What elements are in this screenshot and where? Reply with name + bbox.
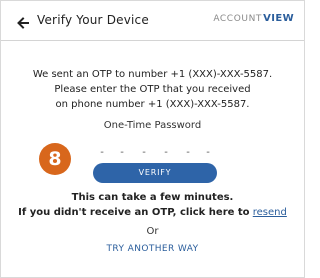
otp-digit-input[interactable]: - [117, 147, 127, 159]
verify-device-panel: Verify Your Device ACCOUNT VIEW We sent … [0, 0, 305, 278]
wait-note: This can take a few minutes. [71, 192, 234, 203]
or-divider-label: Or [146, 226, 159, 237]
otp-input-group[interactable]: - - - - - - [93, 147, 217, 159]
page-title: Verify Your Device [37, 13, 149, 27]
account-view-link[interactable]: VIEW [263, 13, 294, 24]
verify-button[interactable]: VERIFY [93, 163, 217, 183]
account-label: ACCOUNT [213, 14, 262, 24]
resend-note: If you didn't receive an OTP, click here… [1, 207, 304, 218]
otp-field-label: One-Time Password [103, 120, 202, 131]
otp-digit-input[interactable]: - [183, 147, 193, 159]
otp-digit-input[interactable]: - [97, 147, 107, 159]
message-line-1: We sent an OTP to number +1 (XXX)-XXX-55… [32, 69, 273, 80]
otp-sent-message: We sent an OTP to number +1 (XXX)-XXX-55… [1, 67, 304, 112]
back-arrow-icon[interactable] [17, 14, 29, 29]
header-bar: Verify Your Device ACCOUNT VIEW [1, 1, 304, 41]
try-another-way-link[interactable]: TRY ANOTHER WAY [1, 244, 304, 254]
resend-link[interactable]: resend [253, 207, 287, 218]
step-number-badge: 8 [39, 143, 71, 175]
message-line-2: Please enter the OTP that you received [54, 84, 251, 95]
otp-digit-input[interactable]: - [139, 147, 149, 159]
otp-digit-input[interactable]: - [203, 147, 213, 159]
resend-prefix: If you didn't receive an OTP, click here… [18, 207, 250, 218]
message-line-3: on phone number +1 (XXX)-XXX-5587. [55, 99, 250, 110]
otp-digit-input[interactable]: - [161, 147, 171, 159]
